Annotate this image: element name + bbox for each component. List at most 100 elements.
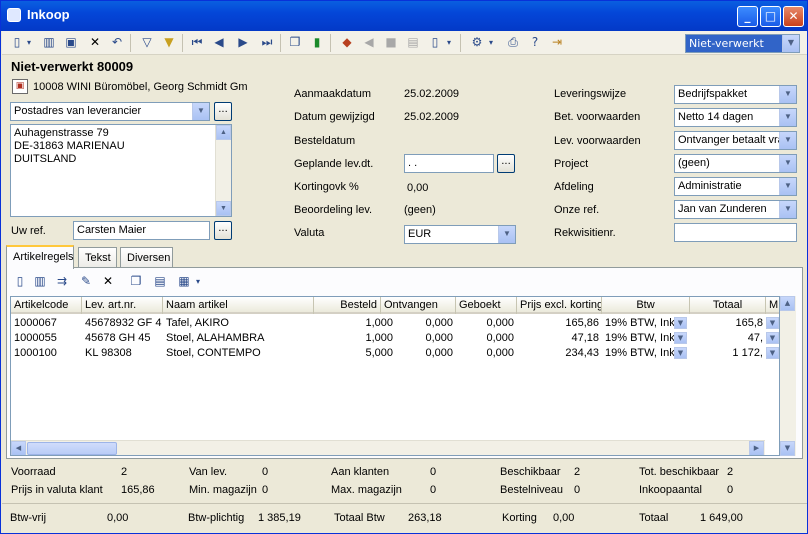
report-dropdown-icon[interactable]: ▾ xyxy=(444,34,454,51)
undo-icon[interactable]: ↶ xyxy=(108,34,126,51)
betvw-select[interactable]: Netto 14 dagen ▼ xyxy=(674,108,797,127)
date-picker-button[interactable]: ... xyxy=(497,154,515,173)
report-icon[interactable]: ▯ xyxy=(426,34,444,51)
totals-bar: Btw-vrij 0,00 Btw-plichtig 1 385,19 Tota… xyxy=(2,503,807,533)
cell-besteld: 1,000 xyxy=(365,332,393,344)
last-record-icon[interactable]: ⏭ xyxy=(258,34,276,51)
chevron-down-icon[interactable]: ▼ xyxy=(498,226,515,243)
edit-line-icon[interactable]: ✎ xyxy=(77,273,95,290)
table-row[interactable]: 1000100 KL 98308 Stoel, CONTEMPO 5,000 0… xyxy=(11,346,779,361)
table-row[interactable]: 1000055 45678 GH 45 Stoel, ALAHAMBRA 1,0… xyxy=(11,331,779,346)
address-type-select[interactable]: Postadres van leverancier ▼ xyxy=(10,102,210,121)
settings-dropdown-icon[interactable]: ▾ xyxy=(486,34,496,51)
chevron-down-icon[interactable]: ▼ xyxy=(674,332,687,344)
chevron-down-icon[interactable]: ▼ xyxy=(779,178,796,195)
chevron-down-icon[interactable]: ▼ xyxy=(779,155,796,172)
address-scrollbar[interactable]: ▲ ▼ xyxy=(215,125,231,216)
chevron-down-icon[interactable]: ▼ xyxy=(779,201,796,218)
chevron-down-icon[interactable]: ▼ xyxy=(779,109,796,126)
column-header[interactable]: Lev. art.nr. xyxy=(82,297,163,314)
previous-record-icon[interactable]: ◀ xyxy=(210,34,228,51)
new-dropdown-icon[interactable]: ▾ xyxy=(24,34,34,51)
column-header[interactable]: M xyxy=(766,297,779,314)
scroll-down-icon[interactable]: ▼ xyxy=(780,441,795,456)
cell-artikelcode: 1000067 xyxy=(14,317,57,329)
valuta-select[interactable]: EUR ▼ xyxy=(404,225,516,244)
open-book-icon[interactable]: ▥ xyxy=(40,34,58,51)
scroll-right-icon[interactable]: ▶ xyxy=(749,441,764,455)
chevron-down-icon[interactable]: ▼ xyxy=(192,103,209,120)
leveringswijze-select[interactable]: Bedrijfspakket ▼ xyxy=(674,85,797,104)
delete-icon[interactable]: ✕ xyxy=(86,34,104,51)
tab-tekst[interactable]: Tekst xyxy=(78,247,117,268)
chevron-down-icon[interactable]: ▼ xyxy=(779,132,796,149)
tab-artikelregels[interactable]: Artikelregels xyxy=(6,245,74,269)
column-header[interactable]: Prijs excl. korting xyxy=(517,297,602,314)
next-record-icon[interactable]: ▶ xyxy=(234,34,252,51)
settings-icon[interactable]: ⚙ xyxy=(468,34,486,51)
chevron-down-icon[interactable]: ▼ xyxy=(782,35,799,52)
column-header[interactable]: Besteld xyxy=(314,297,381,314)
afdeling-select[interactable]: Administratie ▼ xyxy=(674,177,797,196)
scroll-up-icon[interactable]: ▲ xyxy=(780,296,795,311)
column-header[interactable]: Btw xyxy=(602,297,690,314)
copy-lines-icon[interactable]: ❐ xyxy=(127,273,145,290)
horizontal-scrollbar[interactable]: ◀ ▶ xyxy=(11,440,765,455)
scroll-up-icon[interactable]: ▲ xyxy=(216,125,231,140)
cell-prijs: 165,86 xyxy=(565,317,599,329)
cell-naam: Tafel, AKIRO xyxy=(166,317,229,329)
column-header[interactable]: Naam artikel xyxy=(163,297,314,314)
supplier-card-icon[interactable]: ▣ xyxy=(12,79,28,94)
address-lookup-button[interactable]: ... xyxy=(214,102,232,121)
vertical-scrollbar[interactable]: ▲ ▼ xyxy=(780,296,796,456)
tab-diversen[interactable]: Diversen xyxy=(120,247,173,268)
uw-ref-input[interactable]: Carsten Maier xyxy=(73,221,210,240)
chevron-down-icon[interactable]: ▼ xyxy=(674,347,687,359)
bestelniveau-label: Bestelniveau xyxy=(500,484,563,496)
filter-edit-icon[interactable]: ▼ xyxy=(160,34,178,51)
address-line: Auhagenstrasse 79 xyxy=(14,127,109,139)
table-row[interactable]: 1000067 45678932 GF 4 Tafel, AKIRO 1,000… xyxy=(11,316,779,331)
chevron-down-icon[interactable]: ▼ xyxy=(674,317,687,329)
levvw-select[interactable]: Ontvanger betaalt vra ▼ xyxy=(674,131,797,150)
scroll-down-icon[interactable]: ▼ xyxy=(216,201,231,216)
column-header[interactable]: Totaal xyxy=(690,297,766,314)
columns-icon[interactable]: ▦ xyxy=(175,273,193,290)
minimize-button[interactable]: _ xyxy=(737,6,758,27)
scroll-thumb[interactable] xyxy=(27,442,117,455)
scroll-left-icon[interactable]: ◀ xyxy=(11,441,26,455)
chevron-down-icon[interactable]: ▼ xyxy=(766,332,779,344)
column-header[interactable]: Geboekt xyxy=(456,297,517,314)
insert-line-icon[interactable]: ⇉ xyxy=(53,273,71,290)
print-icon[interactable]: ⎙ xyxy=(504,34,522,51)
filter-icon[interactable]: ▽ xyxy=(138,34,156,51)
delete-line-icon[interactable]: ✕ xyxy=(99,273,117,290)
chevron-down-icon[interactable]: ▼ xyxy=(766,347,779,359)
project-select[interactable]: (geen) ▼ xyxy=(674,154,797,173)
columns-dropdown-icon[interactable]: ▾ xyxy=(193,273,203,290)
paste-lines-icon[interactable]: ▤ xyxy=(151,273,169,290)
rekwisitie-input[interactable] xyxy=(674,223,797,242)
uw-ref-lookup-button[interactable]: ... xyxy=(214,221,232,240)
address-type-value: Postadres van leverancier xyxy=(14,105,142,117)
address-textarea[interactable]: Auhagenstrasse 79 DE-31863 MARIENAU DUIT… xyxy=(10,124,232,217)
first-record-icon[interactable]: ⏮ xyxy=(188,34,206,51)
chevron-down-icon[interactable]: ▼ xyxy=(766,317,779,329)
status-select[interactable]: Niet-verwerkt ▼ xyxy=(685,34,800,53)
maximize-button[interactable]: □ xyxy=(760,6,781,27)
chevron-down-icon[interactable]: ▼ xyxy=(779,86,796,103)
new-line-icon[interactable]: ▯ xyxy=(11,273,29,290)
copy-document-icon[interactable]: ❐ xyxy=(286,34,304,51)
help-icon[interactable]: ? xyxy=(526,34,544,51)
save-icon[interactable]: ▣ xyxy=(62,34,80,51)
exit-icon[interactable]: ⇥ xyxy=(548,34,566,51)
chart-icon[interactable]: ▮ xyxy=(308,34,326,51)
geplande-date-input[interactable]: . . xyxy=(404,154,494,173)
open-book-icon[interactable]: ▥ xyxy=(31,273,49,290)
order-process-icon[interactable]: ◆ xyxy=(338,34,356,51)
btwplichtig-label: Btw-plichtig xyxy=(188,512,245,524)
close-window-button[interactable]: ✕ xyxy=(783,6,804,27)
column-header[interactable]: Ontvangen xyxy=(381,297,456,314)
column-header[interactable]: Artikelcode xyxy=(11,297,82,314)
onzeref-select[interactable]: Jan van Zunderen ▼ xyxy=(674,200,797,219)
